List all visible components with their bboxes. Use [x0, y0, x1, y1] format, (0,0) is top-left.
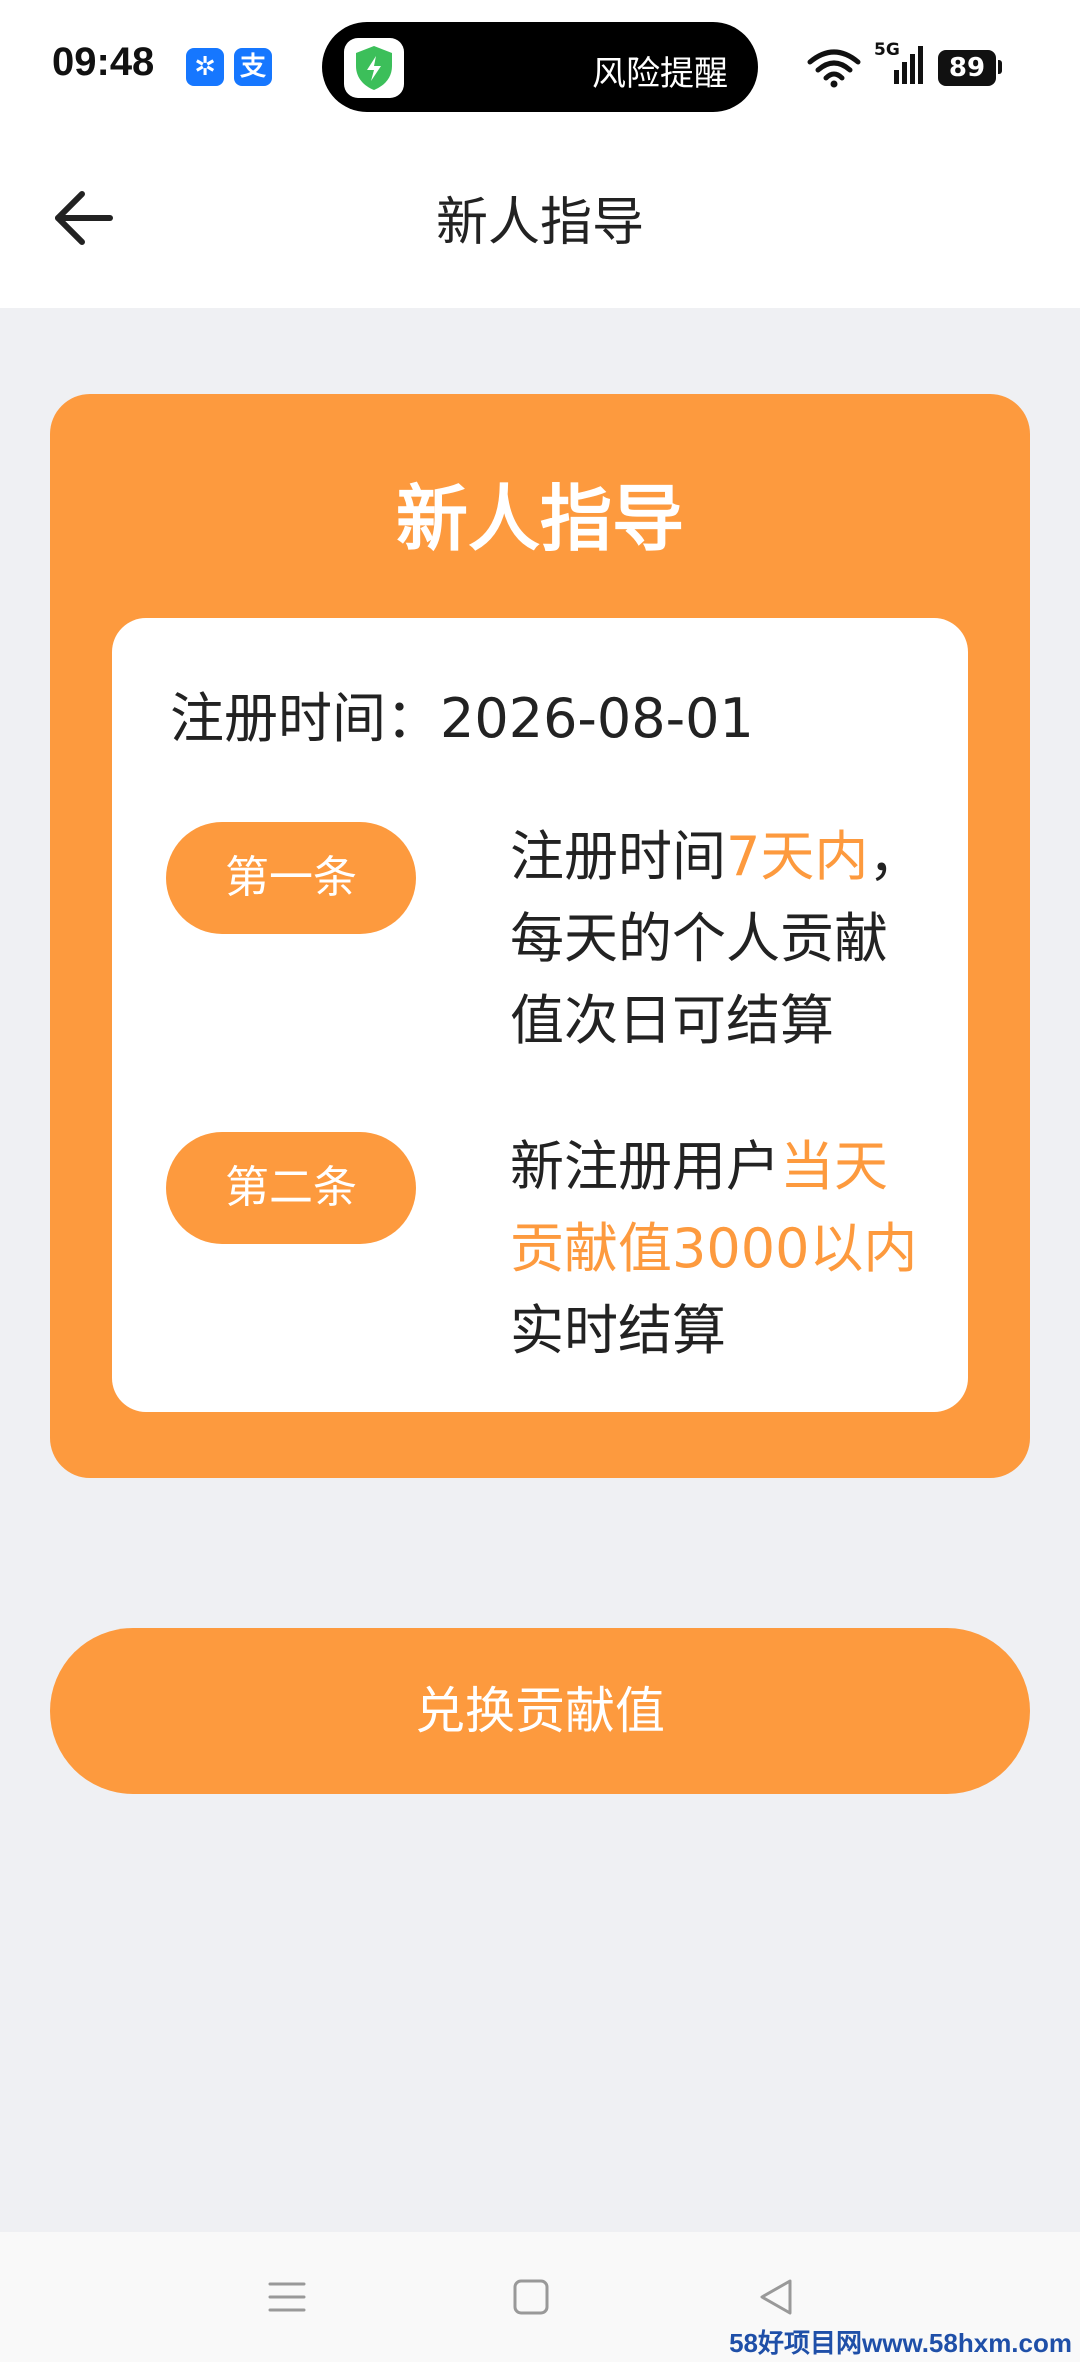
risk-alert-text: 风险提醒 — [592, 54, 728, 94]
alipay-icon: 支 — [234, 48, 272, 86]
rule-2-line-3: 实时结算 — [510, 1299, 726, 1362]
pinwheel-icon: ✲ — [186, 48, 224, 86]
shield-icon — [344, 38, 404, 98]
rule-1-line-3: 值次日可结算 — [510, 989, 834, 1052]
rule-2-badge: 第二条 — [166, 1132, 416, 1244]
wifi-icon — [807, 49, 861, 88]
watermark: 58好项目网www.58hxm.com — [729, 2328, 1072, 2358]
registration-date: 注册时间：2026-08-01 — [170, 687, 754, 750]
status-bar: 09:48 ✲ 支 风险提醒 5G 89 — [0, 0, 1080, 130]
rule-1-text: 注册时间7天内， 每天的个人贡献 值次日可结算 — [510, 816, 950, 1062]
rule-2-text: 新注册用户当天 贡献值3000以内 实时结算 — [510, 1126, 950, 1372]
battery-tip — [998, 60, 1002, 74]
back-triangle-icon[interactable] — [752, 2272, 802, 2322]
signal-icon — [894, 46, 923, 84]
exchange-contribution-button[interactable]: 兑换贡献值 — [50, 1628, 1030, 1794]
rules-panel: 注册时间：2026-08-01 第一条 注册时间7天内， 每天的个人贡献 值次日… — [112, 618, 968, 1412]
home-icon[interactable] — [506, 2272, 556, 2322]
status-time: 09:48 — [52, 40, 155, 84]
rule-2-highlight-a: 当天 — [780, 1135, 888, 1198]
rule-1-line-1: 注册时间7天内， — [510, 825, 923, 888]
rule-1-highlight: 7天内 — [726, 825, 869, 888]
rule-1-badge: 第一条 — [166, 822, 416, 934]
menu-icon[interactable] — [262, 2272, 312, 2322]
card-title: 新人指导 — [395, 477, 684, 561]
guide-card: 新人指导 注册时间：2026-08-01 第一条 注册时间7天内， 每天的个人贡… — [50, 394, 1030, 1478]
battery-icon: 89 — [938, 50, 996, 86]
rule-2-highlight-b: 贡献值3000以内 — [510, 1217, 918, 1280]
rule-1-line-2: 每天的个人贡献 — [510, 907, 888, 970]
rule-2-line-1: 新注册用户当天 — [510, 1135, 888, 1198]
page-title: 新人指导 — [435, 193, 644, 253]
app-header: 新人指导 — [0, 130, 1080, 308]
dynamic-island[interactable]: 风险提醒 — [322, 22, 758, 112]
